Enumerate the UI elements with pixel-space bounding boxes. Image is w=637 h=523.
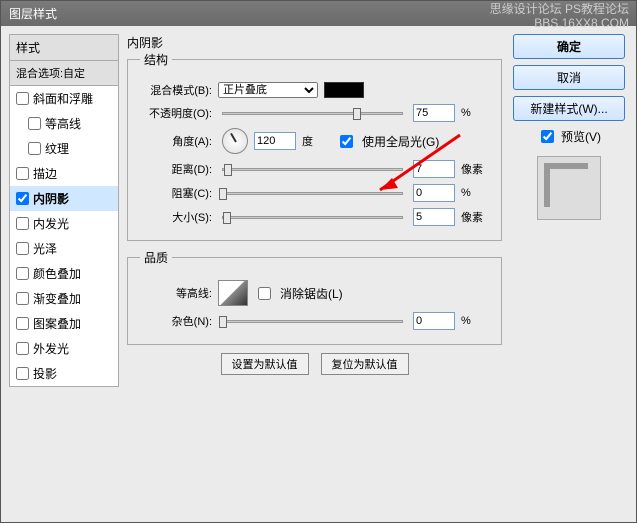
reset-default-button[interactable]: 复位为默认值: [321, 353, 409, 375]
quality-group: 品质 等高线: 消除锯齿(L) 杂色(N): %: [127, 249, 502, 345]
contour-label: 等高线:: [140, 285, 212, 301]
size-label: 大小(S):: [140, 209, 212, 225]
angle-dial[interactable]: [222, 128, 248, 154]
layer-style-dialog: 图层样式 样式 混合选项:自定 斜面和浮雕等高线纹理描边内阴影内发光光泽颜色叠加…: [0, 0, 637, 523]
structure-group: 结构 混合模式(B): 正片叠底 不透明度(O): % 角度(A): 度: [127, 51, 502, 241]
effect-label: 纹理: [45, 140, 69, 157]
effect-item[interactable]: 颜色叠加: [10, 261, 118, 286]
distance-input[interactable]: [413, 160, 455, 178]
effect-checkbox[interactable]: [16, 267, 29, 280]
effect-label: 等高线: [45, 115, 81, 132]
effect-item[interactable]: 纹理: [10, 136, 118, 161]
opacity-slider[interactable]: [222, 112, 403, 115]
global-light-checkbox[interactable]: [340, 135, 353, 148]
new-style-button[interactable]: 新建样式(W)...: [513, 96, 625, 121]
blend-mode-select[interactable]: 正片叠底: [218, 82, 318, 98]
effect-label: 颜色叠加: [33, 265, 81, 282]
preview-swatch: [537, 156, 601, 220]
noise-slider[interactable]: [222, 320, 403, 323]
antialias-checkbox[interactable]: [258, 287, 271, 300]
effect-heading: 内阴影: [127, 34, 502, 51]
effect-item[interactable]: 投影: [10, 361, 118, 386]
watermark: 思缘设计论坛 PS教程论坛 BBS.16XX8.COM: [490, 2, 629, 30]
effect-label: 投影: [33, 365, 57, 382]
effect-checkbox[interactable]: [16, 217, 29, 230]
styles-header[interactable]: 样式: [9, 34, 119, 61]
effect-item[interactable]: 描边: [10, 161, 118, 186]
effect-checkbox[interactable]: [28, 117, 41, 130]
noise-unit: %: [461, 315, 489, 327]
preview-checkbox[interactable]: [541, 130, 554, 143]
cancel-button[interactable]: 取消: [513, 65, 625, 90]
effect-label: 内发光: [33, 215, 69, 232]
effect-item[interactable]: 外发光: [10, 336, 118, 361]
effect-item[interactable]: 内发光: [10, 211, 118, 236]
angle-input[interactable]: [254, 132, 296, 150]
make-default-button[interactable]: 设置为默认值: [221, 353, 309, 375]
effect-checkbox[interactable]: [16, 242, 29, 255]
effect-label: 光泽: [33, 240, 57, 257]
effect-checkbox[interactable]: [16, 317, 29, 330]
effect-item[interactable]: 渐变叠加: [10, 286, 118, 311]
effect-checkbox[interactable]: [28, 142, 41, 155]
size-input[interactable]: [413, 208, 455, 226]
effect-checkbox[interactable]: [16, 367, 29, 380]
distance-unit: 像素: [461, 161, 489, 177]
effect-label: 渐变叠加: [33, 290, 81, 307]
effect-checkbox[interactable]: [16, 342, 29, 355]
opacity-unit: %: [461, 107, 489, 119]
styles-list-panel: 样式 混合选项:自定 斜面和浮雕等高线纹理描边内阴影内发光光泽颜色叠加渐变叠加图…: [9, 34, 119, 515]
effect-item[interactable]: 等高线: [10, 111, 118, 136]
quality-legend: 品质: [140, 249, 172, 266]
effect-item[interactable]: 内阴影: [10, 186, 118, 211]
effects-list: 斜面和浮雕等高线纹理描边内阴影内发光光泽颜色叠加渐变叠加图案叠加外发光投影: [9, 86, 119, 387]
effect-label: 图案叠加: [33, 315, 81, 332]
opacity-label: 不透明度(O):: [140, 105, 212, 121]
preview-label: 预览(V): [561, 128, 601, 145]
effect-checkbox[interactable]: [16, 167, 29, 180]
noise-label: 杂色(N):: [140, 313, 212, 329]
choke-input[interactable]: [413, 184, 455, 202]
effect-checkbox[interactable]: [16, 92, 29, 105]
effect-label: 外发光: [33, 340, 69, 357]
angle-label: 角度(A):: [140, 133, 212, 149]
shadow-color-swatch[interactable]: [324, 82, 364, 98]
noise-input[interactable]: [413, 312, 455, 330]
settings-panel: 内阴影 结构 混合模式(B): 正片叠底 不透明度(O): % 角度(A):: [127, 34, 502, 515]
effect-label: 描边: [33, 165, 57, 182]
size-unit: 像素: [461, 209, 489, 225]
effect-label: 内阴影: [33, 190, 69, 207]
choke-label: 阻塞(C):: [140, 185, 212, 201]
antialias-label: 消除锯齿(L): [280, 285, 343, 302]
effect-item[interactable]: 斜面和浮雕: [10, 86, 118, 111]
effect-label: 斜面和浮雕: [33, 90, 93, 107]
blend-options-item[interactable]: 混合选项:自定: [9, 61, 119, 86]
contour-picker[interactable]: [218, 280, 248, 306]
size-slider[interactable]: [222, 216, 403, 219]
distance-slider[interactable]: [222, 168, 403, 171]
ok-button[interactable]: 确定: [513, 34, 625, 59]
action-panel: 确定 取消 新建样式(W)... 预览(V): [510, 34, 628, 515]
opacity-input[interactable]: [413, 104, 455, 122]
effect-checkbox[interactable]: [16, 292, 29, 305]
global-light-label: 使用全局光(G): [362, 133, 439, 150]
choke-slider[interactable]: [222, 192, 403, 195]
effect-item[interactable]: 光泽: [10, 236, 118, 261]
effect-checkbox[interactable]: [16, 192, 29, 205]
structure-legend: 结构: [140, 51, 172, 68]
blend-mode-label: 混合模式(B):: [140, 82, 212, 98]
choke-unit: %: [461, 187, 489, 199]
effect-item[interactable]: 图案叠加: [10, 311, 118, 336]
angle-unit: 度: [302, 133, 330, 149]
dialog-content: 样式 混合选项:自定 斜面和浮雕等高线纹理描边内阴影内发光光泽颜色叠加渐变叠加图…: [1, 26, 636, 523]
distance-label: 距离(D):: [140, 161, 212, 177]
